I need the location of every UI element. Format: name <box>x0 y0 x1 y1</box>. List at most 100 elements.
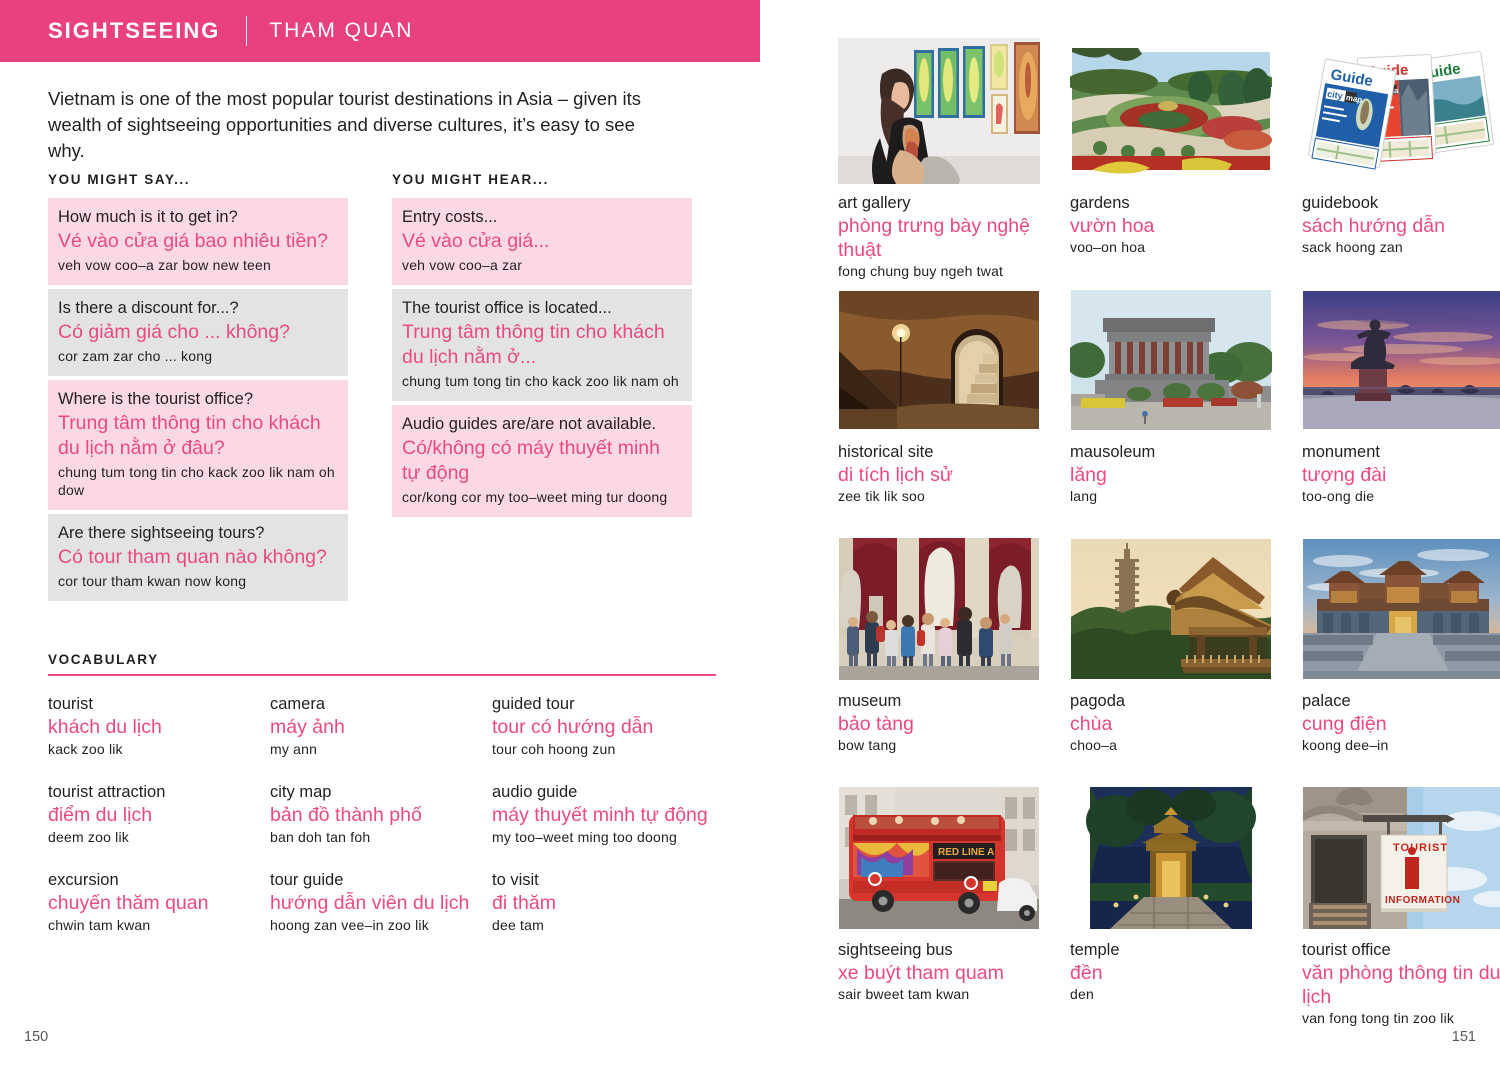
picture-vietnamese: cung điện <box>1302 713 1387 735</box>
page-subtitle: THAM QUAN <box>269 19 414 42</box>
phrase-vietnamese: Vé vào cửa giá... <box>402 230 550 252</box>
vocab-english: city map <box>270 782 332 801</box>
phrase-pronunciation: cor tour tham kwan now kong <box>58 573 247 589</box>
picture-pronunciation: bow tang <box>838 737 897 753</box>
picture-vietnamese: văn phòng thông tin du lịch <box>1302 962 1500 1008</box>
picture-pronunciation: lang <box>1070 488 1098 504</box>
picture-vietnamese: sách hướng dẫn <box>1302 215 1445 237</box>
vocabulary-item: tour guide hướng dẫn viên du lịch hoong … <box>270 870 492 934</box>
left-page: SIGHTSEEING THAM QUAN Vietnam is one of … <box>0 0 760 1069</box>
phrase-card: Entry costs... Vé vào cửa giá... veh vow… <box>392 198 692 285</box>
picture-vietnamese: xe buýt tham quam <box>838 962 1004 984</box>
vocab-vietnamese: đi thăm <box>492 891 556 914</box>
vocab-pronunciation: my too–weet ming too doong <box>492 828 677 845</box>
vocab-pronunciation: dee tam <box>492 916 544 933</box>
right-page: art gallery phòng trưng bày nghệ thuật f… <box>760 0 1500 1069</box>
picture-card: mausoleum lăng lang <box>1070 287 1272 536</box>
you-might-hear-heading: YOU MIGHT HEAR... <box>392 172 549 187</box>
picture-card-text: monument tượng đài too-ong die <box>1302 442 1500 536</box>
phrase-card: How much is it to get in? Vé vào cửa giá… <box>48 198 348 285</box>
palace-photo <box>1302 536 1500 682</box>
phrase-card: Audio guides are/are not available. Có/k… <box>392 405 692 517</box>
vocab-vietnamese: máy ảnh <box>270 715 345 738</box>
picture-english: palace <box>1302 692 1351 710</box>
phrase-card: Is there a discount for...? Có giảm giá … <box>48 289 348 376</box>
picture-card: TOURIST INFORMATION tourist office văn p… <box>1302 785 1500 1034</box>
vocabulary-item: to visit đi thăm dee tam <box>492 870 714 934</box>
picture-english: mausoleum <box>1070 443 1156 461</box>
picture-card-text: palace cung điện koong dee–in <box>1302 691 1500 785</box>
header-divider <box>246 16 248 46</box>
picture-card: art gallery phòng trưng bày nghệ thuật f… <box>838 38 1040 287</box>
phrase-vietnamese: Trung tâm thông tin cho khách du lịch nằ… <box>58 412 321 459</box>
page-number-right: 151 <box>1451 1029 1476 1045</box>
temple-photo <box>1070 785 1272 931</box>
mausoleum-photo <box>1070 287 1272 433</box>
picture-pronunciation: too-ong die <box>1302 488 1375 504</box>
phrase-pronunciation: veh vow coo–a zar <box>402 257 523 273</box>
phrase-english: Audio guides are/are not available. <box>402 415 657 433</box>
page-number-left: 150 <box>24 1029 49 1045</box>
book-spread: SIGHTSEEING THAM QUAN Vietnam is one of … <box>0 0 1500 1069</box>
vocab-pronunciation: deem zoo lik <box>48 828 129 845</box>
vocabulary-divider <box>48 674 716 676</box>
picture-card-text: pagoda chùa choo–a <box>1070 691 1272 785</box>
vocabulary-item: city map bản đồ thành phố ban doh tan fo… <box>270 782 492 846</box>
phrase-pronunciation: cor/kong cor my too–weet ming tur doong <box>402 489 668 505</box>
phrase-card: The tourist office is located... Trung t… <box>392 289 692 401</box>
picture-card-text: tourist office văn phòng thông tin du lị… <box>1302 940 1500 1034</box>
svg-text:INFORMATION: INFORMATION <box>1385 895 1460 906</box>
picture-english: tourist office <box>1302 941 1391 959</box>
vocab-pronunciation: ban doh tan foh <box>270 828 371 845</box>
vocab-english: excursion <box>48 870 119 889</box>
phrase-english: The tourist office is located... <box>402 299 612 317</box>
vocab-english: audio guide <box>492 782 578 801</box>
picture-english: guidebook <box>1302 194 1379 212</box>
vocabulary-item: tourist khách du lịch kack zoo lik <box>48 694 270 758</box>
picture-card-text: gardens vườn hoa voo–on hoa <box>1070 193 1272 287</box>
vocabulary-item: tourist attraction điểm du lịch deem zoo… <box>48 782 270 846</box>
vocab-english: guided tour <box>492 694 575 713</box>
picture-english: monument <box>1302 443 1380 461</box>
picture-vietnamese: bảo tàng <box>838 713 914 735</box>
gardens-photo <box>1070 38 1272 184</box>
art-gallery-photo <box>838 38 1040 184</box>
vocab-pronunciation: tour coh hoong zun <box>492 740 616 757</box>
picture-pronunciation: fong chung buy ngeh twat <box>838 263 1004 279</box>
picture-card: Guide Guide <box>1302 38 1500 287</box>
phrase-card: Are there sightseeing tours? Có tour tha… <box>48 514 348 601</box>
phrase-pronunciation: cor zam zar cho ... kong <box>58 348 213 364</box>
phrase-english: Is there a discount for...? <box>58 299 239 317</box>
phrase-english: Entry costs... <box>402 208 498 226</box>
picture-pronunciation: zee tik lik soo <box>838 488 926 504</box>
picture-card-text: historical site di tích lịch sử zee tik … <box>838 442 1040 536</box>
phrase-card: Where is the tourist office? Trung tâm t… <box>48 380 348 510</box>
phrase-vietnamese: Vé vào cửa giá bao nhiêu tiền? <box>58 230 329 252</box>
vocab-pronunciation: kack zoo lik <box>48 740 123 757</box>
vocabulary-item: guided tour tour có hướng dẫn tour coh h… <box>492 694 714 758</box>
phrase-english: How much is it to get in? <box>58 208 238 226</box>
svg-text:RED LINE A: RED LINE A <box>938 847 994 858</box>
picture-vietnamese: phòng trưng bày nghệ thuật <box>838 215 1030 261</box>
phrase-pronunciation: chung tum tong tin cho kack zoo lik nam … <box>58 464 335 498</box>
picture-pronunciation: koong dee–in <box>1302 737 1389 753</box>
vocabulary-section: VOCABULARY tourist khách du lịch kack zo… <box>48 652 716 958</box>
picture-card: monument tượng đài too-ong die <box>1302 287 1500 536</box>
picture-vietnamese: đền <box>1070 962 1103 984</box>
guidebook-photo: Guide Guide <box>1302 38 1500 184</box>
picture-english: museum <box>838 692 902 710</box>
vocab-vietnamese: tour có hướng dẫn <box>492 715 654 738</box>
phrase-vietnamese: Trung tâm thông tin cho khách du lịch nằ… <box>402 321 665 368</box>
phrase-english: Where is the tourist office? <box>58 390 254 408</box>
vocab-english: camera <box>270 694 326 713</box>
phrase-vietnamese: Có giảm giá cho ... không? <box>58 321 290 343</box>
picture-vietnamese: tượng đài <box>1302 464 1387 486</box>
picture-vietnamese: vườn hoa <box>1070 215 1155 237</box>
phrase-english: Are there sightseeing tours? <box>58 524 265 542</box>
vocabulary-columns: tourist khách du lịch kack zoo lik touri… <box>48 694 716 958</box>
picture-vietnamese: lăng <box>1070 464 1107 486</box>
picture-card: pagoda chùa choo–a <box>1070 536 1272 785</box>
picture-vietnamese: chùa <box>1070 713 1113 735</box>
picture-card: historical site di tích lịch sử zee tik … <box>838 287 1040 536</box>
picture-pronunciation: sack hoong zan <box>1302 239 1403 255</box>
